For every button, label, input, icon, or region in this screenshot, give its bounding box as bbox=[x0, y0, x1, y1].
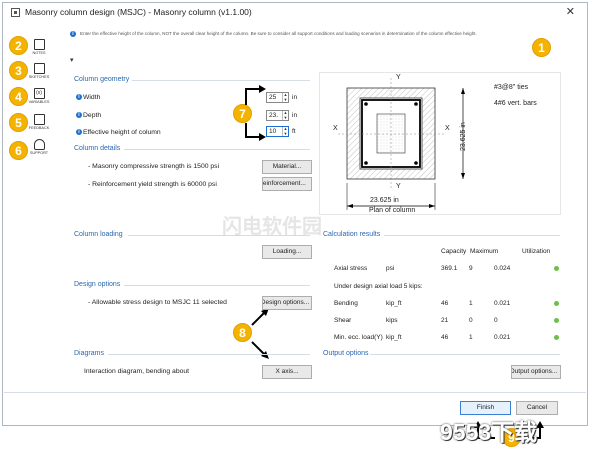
axial-maximum: 9 bbox=[469, 265, 473, 272]
width-label: i Width bbox=[76, 94, 100, 101]
axial-name: Axial stress bbox=[334, 265, 368, 272]
min-ecc-utilization: 0.021 bbox=[494, 334, 511, 341]
shear-maximum: 0 bbox=[469, 317, 473, 324]
header-utilization: Utilization bbox=[522, 248, 551, 255]
section-title-geometry: Column geometry bbox=[74, 76, 130, 83]
shear-unit: kips bbox=[386, 317, 398, 324]
interaction-diagram-text: Interaction diagram, bending about bbox=[84, 368, 190, 375]
design-method-text: - Allowable stress design to MSJC 11 sel… bbox=[88, 299, 227, 306]
column-plan-diagram: Y Y X X #3@8" ties 4#6 vert. bars 23.625… bbox=[319, 72, 561, 215]
bending-unit: kip_ft bbox=[386, 300, 402, 307]
depth-value: 23. bbox=[269, 112, 279, 119]
loading-button[interactable]: Loading... bbox=[262, 245, 312, 259]
dimension-vertical: 23.625 in bbox=[460, 122, 467, 151]
height-unit: ft bbox=[292, 128, 296, 135]
material-button[interactable]: Material... bbox=[262, 160, 312, 174]
reinforcement-button[interactable]: Reinforcement... bbox=[262, 177, 312, 191]
bending-name: Bending bbox=[334, 300, 358, 307]
height-label: i Effective height of column bbox=[76, 129, 161, 136]
plan-caption: Plan of column bbox=[369, 207, 416, 214]
width-unit: in bbox=[292, 94, 298, 101]
info-icon: i bbox=[76, 129, 82, 136]
depth-field[interactable]: 23. ▲ ▼ bbox=[266, 110, 289, 121]
status-ok-icon bbox=[554, 318, 559, 323]
section-divider bbox=[124, 149, 310, 150]
section-divider bbox=[370, 354, 560, 355]
rebar-strength-text: - Reinforcement yield strength is 60000 … bbox=[88, 181, 217, 188]
shear-utilization: 0 bbox=[494, 317, 498, 324]
under-load-text: Under design axial load 5 kips: bbox=[334, 283, 423, 290]
height-field[interactable]: 10 ▲ ▼ bbox=[266, 126, 289, 137]
section-divider bbox=[384, 235, 560, 236]
section-title-results: Calculation results bbox=[323, 231, 381, 238]
design-options-button[interactable]: Design options... bbox=[262, 296, 312, 310]
bending-utilization: 0.021 bbox=[494, 300, 511, 307]
depth-unit: in bbox=[292, 112, 298, 119]
status-ok-icon bbox=[554, 266, 559, 271]
footer-divider bbox=[4, 392, 586, 393]
min-ecc-name: Min. ecc. load(Y) bbox=[334, 334, 383, 341]
axis-y-label-top: Y bbox=[396, 74, 401, 81]
section-divider bbox=[124, 285, 310, 286]
depth-label: i Depth bbox=[76, 112, 101, 119]
bars-text: 4#6 vert. bars bbox=[494, 100, 537, 107]
min-ecc-unit: kip_ft bbox=[386, 334, 402, 341]
shear-name: Shear bbox=[334, 317, 352, 324]
masonry-strength-text: - Masonry compressive strength is 1500 p… bbox=[88, 163, 220, 170]
spinner-arrows-icon[interactable]: ▲ ▼ bbox=[282, 110, 288, 120]
axis-x-label-left: X bbox=[333, 125, 338, 132]
width-field[interactable]: 25 ▲ ▼ bbox=[266, 92, 289, 103]
min-ecc-capacity: 46 bbox=[441, 334, 449, 341]
width-value: 25 bbox=[269, 94, 277, 101]
watermark-text: 闪电软件园 bbox=[222, 216, 322, 238]
status-ok-icon bbox=[554, 335, 559, 340]
height-value: 10 bbox=[269, 128, 277, 135]
axis-x-label-right: X bbox=[445, 125, 450, 132]
axial-unit: psi bbox=[386, 265, 395, 272]
axis-button[interactable]: X axis... bbox=[262, 365, 312, 379]
dimension-horizontal: 23.625 in bbox=[368, 197, 401, 204]
header-maximum: Maximum bbox=[470, 248, 499, 255]
info-icon: i bbox=[76, 94, 82, 101]
bending-capacity: 46 bbox=[441, 300, 449, 307]
section-title-loading: Column loading bbox=[74, 231, 123, 238]
spinner-arrows-icon[interactable]: ▲ ▼ bbox=[282, 92, 288, 102]
spinner-arrows-icon[interactable]: ▲ ▼ bbox=[282, 126, 288, 136]
section-divider bbox=[132, 80, 310, 81]
info-icon: i bbox=[76, 112, 82, 119]
axial-capacity: 369.1 bbox=[441, 265, 458, 272]
section-title-output: Output options bbox=[323, 350, 369, 357]
section-divider bbox=[108, 354, 310, 355]
output-options-button[interactable]: Output options... bbox=[511, 365, 561, 379]
section-title-diagrams: Diagrams bbox=[74, 350, 104, 357]
section-title-details: Column details bbox=[74, 145, 121, 152]
axial-utilization: 0.024 bbox=[494, 265, 511, 272]
ties-text: #3@8" ties bbox=[494, 84, 529, 91]
section-title-design: Design options bbox=[74, 281, 121, 288]
shear-capacity: 21 bbox=[441, 317, 449, 324]
bending-maximum: 1 bbox=[469, 300, 473, 307]
min-ecc-maximum: 1 bbox=[469, 334, 473, 341]
axis-y-label-bottom: Y bbox=[396, 183, 401, 190]
status-ok-icon bbox=[554, 301, 559, 306]
column-plan-drawing bbox=[338, 78, 465, 210]
corner-watermark-logo: 9553下载 bbox=[440, 419, 538, 445]
header-capacity: Capacity bbox=[441, 248, 467, 255]
